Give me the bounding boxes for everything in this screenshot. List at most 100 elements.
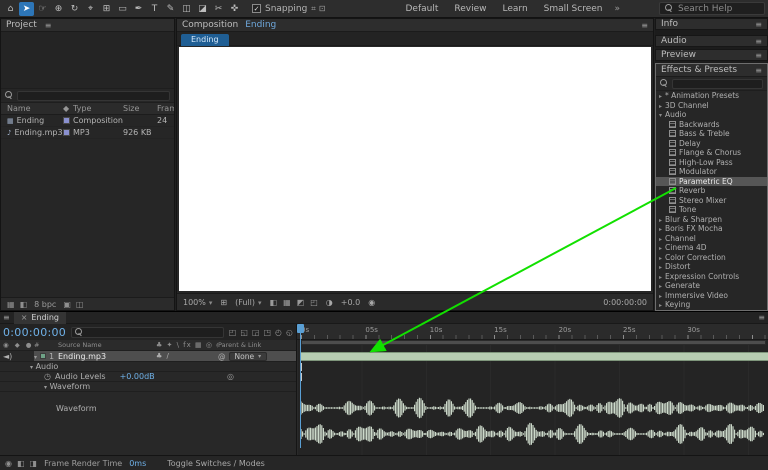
audio-levels-row[interactable]: Audio Levels +0.00dB ◎ (0, 372, 296, 382)
transparency-grid-icon[interactable]: ▦ (283, 298, 291, 307)
audio-panel-header[interactable]: Audio ≡ (655, 35, 768, 47)
effects-item[interactable]: Tone (656, 205, 767, 215)
chevron-right-icon[interactable] (659, 243, 662, 252)
workspace-tab[interactable]: Learn (503, 4, 528, 14)
timeline-tab-ending[interactable]: × Ending (13, 311, 66, 324)
time-ruler[interactable]: 0s 05s 10s 15s 20s 25s 30s (296, 324, 768, 340)
mask-visibility-icon[interactable]: ◩ (297, 298, 305, 307)
chevron-right-icon[interactable] (659, 281, 662, 290)
effects-item[interactable]: Bass & Treble (656, 129, 767, 139)
source-name-column[interactable]: Source Name (58, 341, 156, 349)
audio-layer-duration-bar[interactable] (301, 352, 768, 361)
snap-option-alt-icon[interactable]: ⊡ (319, 4, 326, 14)
column-label-icon[interactable]: ◆ (63, 104, 73, 113)
snapping-checkbox[interactable]: ✓ (252, 4, 261, 13)
resolution-select[interactable]: (Full) (235, 298, 261, 307)
puppet-pin-tool[interactable]: ✜ (227, 2, 242, 16)
chevron-right-icon[interactable] (659, 91, 662, 100)
draft-3d-icon[interactable]: ◱ (240, 328, 248, 337)
toggle-switches-modes-button[interactable]: Toggle Switches / Modes (167, 459, 265, 468)
preview-panel-header[interactable]: Preview ≡ (655, 49, 768, 61)
effects-item[interactable]: Stereo Mixer (656, 196, 767, 206)
layer-row-ending-mp3[interactable]: ◄) 1 Ending.mp3 ♣ / @ None (0, 351, 296, 362)
project-panel-menu-icon[interactable]: ≡ (45, 21, 52, 30)
composition-panel-menu-icon[interactable]: ≡ (641, 21, 648, 30)
chevron-right-icon[interactable] (659, 224, 662, 233)
snapshot-icon[interactable]: ◉ (368, 298, 375, 307)
effects-group-row[interactable]: Expression Controls (656, 272, 767, 282)
column-frame-rate[interactable]: Frame Ra.. (157, 104, 174, 113)
effects-item[interactable]: Parametric EQ (656, 176, 767, 186)
chevron-right-icon[interactable] (659, 291, 662, 300)
effects-item[interactable]: Modulator (656, 167, 767, 177)
composition-viewport[interactable] (179, 47, 651, 291)
timeline-panel-menu-icon-right[interactable]: ≡ (758, 313, 765, 322)
render-status-icon[interactable]: ◉ (5, 459, 12, 468)
effects-group-row[interactable]: * Animation Presets (656, 91, 767, 101)
grid-guides-icon[interactable]: ⊞ (220, 298, 227, 307)
rotation-tool[interactable]: ↻ (67, 2, 82, 16)
project-item-row[interactable]: ▦ Ending Composition 24 (1, 115, 174, 127)
eraser-tool[interactable]: ◪ (195, 2, 210, 16)
timeline-panel-menu-icon[interactable]: ≡ (3, 313, 10, 322)
exposure-icon[interactable]: ◑ (326, 298, 333, 307)
pen-tool[interactable]: ✒ (131, 2, 146, 16)
selection-tool[interactable]: ➤ (19, 1, 34, 16)
effects-group-row[interactable]: Blur & Sharpen (656, 215, 767, 225)
chevron-right-icon[interactable] (659, 101, 662, 110)
waveform-twirl-icon[interactable] (44, 382, 47, 391)
effects-group-row[interactable]: Generate (656, 281, 767, 291)
effects-group-row[interactable]: 3D Channel (656, 101, 767, 111)
stopwatch-icon[interactable] (44, 372, 55, 381)
current-time-display[interactable]: 0:00:00:00 (3, 326, 66, 339)
workspace-tab[interactable]: Review (454, 4, 486, 14)
audio-group-row[interactable]: Audio (0, 362, 296, 372)
home-tool[interactable]: ⌂ (3, 2, 18, 16)
comp-mini-flowchart-icon[interactable]: ◰ (229, 328, 237, 337)
effects-group-row[interactable]: Distort (656, 262, 767, 272)
audio-enabled-icon[interactable]: ◄) (0, 352, 34, 361)
roto-brush-tool[interactable]: ✂ (211, 2, 226, 16)
column-name[interactable]: Name (7, 104, 63, 113)
chevron-right-icon[interactable] (659, 215, 662, 224)
close-icon[interactable]: × (21, 313, 28, 322)
workspace-tab[interactable]: Default (406, 4, 439, 14)
effects-item[interactable]: Backwards (656, 120, 767, 130)
effects-group-row[interactable]: Color Correction (656, 253, 767, 263)
new-composition-icon[interactable]: ▣ (63, 300, 71, 309)
info-panel-header[interactable]: Info ≡ (655, 18, 768, 30)
project-bit-depth[interactable]: 8 bpc (34, 300, 56, 309)
layer-name[interactable]: Ending.mp3 (58, 352, 106, 361)
region-of-interest-icon[interactable]: ◧ (270, 298, 278, 307)
clone-stamp-tool[interactable]: ◫ (179, 2, 194, 16)
timeline-track-area[interactable] (296, 340, 768, 455)
column-type[interactable]: Type (73, 104, 123, 113)
layer-twirl-icon[interactable] (34, 352, 37, 361)
effects-group-audio[interactable]: Audio (656, 110, 767, 120)
composition-timecode[interactable]: 0:00:00:00 (603, 298, 647, 307)
brush-tool[interactable]: ✎ (163, 2, 178, 16)
effects-group-row[interactable]: Cinema 4D (656, 243, 767, 253)
comp-view-icon[interactable]: ◨ (30, 459, 38, 468)
graph-include-icon[interactable]: ◎ (227, 372, 234, 381)
help-search-input[interactable]: Search Help (659, 2, 765, 15)
effects-search-input[interactable] (672, 78, 763, 89)
create-folder-icon[interactable]: ◧ (20, 300, 28, 309)
motion-blur-icon[interactable]: ◴ (275, 328, 282, 337)
chevron-right-icon[interactable] (659, 234, 662, 243)
composition-tab-ending[interactable]: Ending (181, 33, 229, 46)
snap-option-icon[interactable]: ⌗ (311, 4, 316, 14)
chevron-right-icon[interactable] (659, 272, 662, 281)
layer-view-icon[interactable]: ◧ (17, 459, 25, 468)
timeline-search-input[interactable] (71, 326, 224, 338)
delete-icon[interactable]: ◫ (76, 300, 84, 309)
view-layout-icon[interactable]: ◰ (310, 298, 318, 307)
pan-behind-tool[interactable]: ⊞ (99, 2, 114, 16)
label-color-chip[interactable] (63, 117, 70, 124)
camera-tool[interactable]: ⌖ (83, 2, 98, 16)
project-search-input[interactable] (17, 90, 170, 101)
audio-levels-value[interactable]: +0.00dB (120, 372, 155, 381)
effects-item[interactable]: Delay (656, 139, 767, 149)
waveform-group-row[interactable]: Waveform (0, 382, 296, 392)
chevron-right-icon[interactable] (659, 262, 662, 271)
